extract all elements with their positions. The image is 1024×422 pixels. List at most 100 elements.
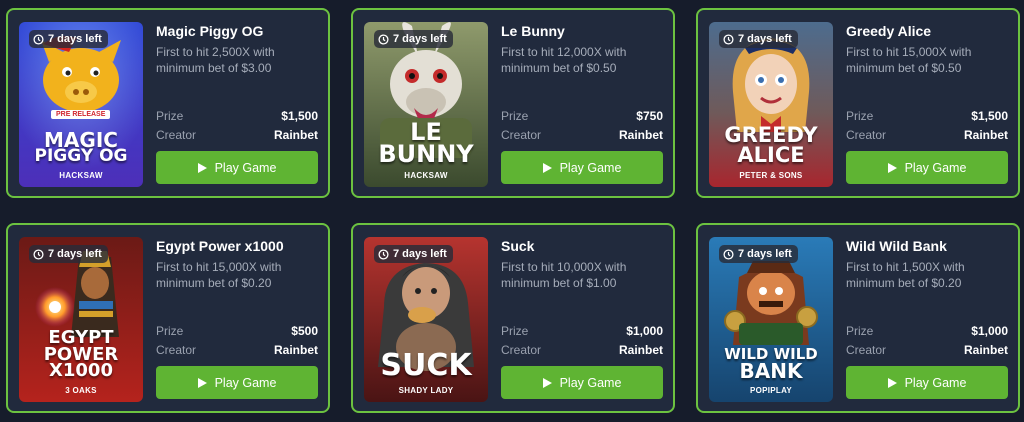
prize-label: Prize: [501, 109, 529, 123]
card-info: Magic Piggy OG First to hit 2,500X with …: [156, 22, 318, 76]
creator-value: Rainbet: [963, 343, 1008, 357]
prize-label: Prize: [846, 324, 874, 338]
time-left-text: 7 days left: [48, 248, 102, 260]
time-left-badge: 7 days left: [719, 30, 798, 48]
prize-label: Prize: [156, 109, 184, 123]
prize-row: Prize $500: [156, 324, 318, 339]
thumbnail-title: SUCK: [364, 351, 488, 381]
prize-value: $750: [636, 109, 663, 123]
thumbnail-title-line: BUNNY: [378, 139, 474, 168]
pre-release-tag: PRE RELEASE: [51, 110, 111, 119]
game-card-suck: 7 days left SUCK SHADY LADY Suck First t…: [351, 223, 675, 413]
card-info: Suck First to hit 10,000X with minimum b…: [501, 237, 663, 291]
play-game-label: Play Game: [214, 375, 277, 390]
time-left-badge: 7 days left: [374, 245, 453, 263]
game-title: Wild Wild Bank: [846, 238, 947, 254]
play-game-button[interactable]: Play Game: [501, 151, 663, 184]
time-left-badge: 7 days left: [29, 245, 108, 263]
prize-row: Prize $1,500: [846, 109, 1008, 124]
clock-icon: [378, 248, 389, 260]
clock-icon: [33, 33, 44, 45]
provider-name: POPIPLAY: [749, 386, 793, 395]
challenge-description: First to hit 15,000X with minimum bet of…: [846, 45, 972, 75]
game-title: Egypt Power x1000: [156, 238, 284, 254]
creator-value: Rainbet: [618, 128, 663, 142]
provider-name: SHADY LADY: [398, 386, 454, 395]
creator-label: Creator: [501, 343, 542, 357]
play-icon: [197, 162, 207, 173]
creator-row: Creator Rainbet: [846, 343, 1008, 358]
challenge-description: First to hit 1,500X with minimum bet of …: [846, 260, 965, 290]
prize-row: Prize $750: [501, 109, 663, 124]
thumbnail-title-line: X1000: [49, 360, 113, 382]
game-card-greedy-alice: 7 days left GREEDY ALICE PETER & SONS Gr…: [696, 8, 1020, 198]
prize-value: $1,000: [626, 324, 663, 338]
play-game-label: Play Game: [904, 160, 967, 175]
game-title: Magic Piggy OG: [156, 23, 264, 39]
thumbnail-title: EGYPT POWER X1000: [19, 329, 143, 382]
thumbnail-title: WILD WILD BANK: [709, 346, 833, 383]
play-game-button[interactable]: Play Game: [846, 366, 1008, 399]
card-info: Wild Wild Bank First to hit 1,500X with …: [846, 237, 1008, 291]
challenge-description: First to hit 12,000X with minimum bet of…: [501, 45, 627, 75]
play-icon: [887, 162, 897, 173]
game-card-magic-piggy-og: 7 days left PRE RELEASE MAGIC PIGGY OG H…: [6, 8, 330, 198]
game-card-egypt-power-x1000: 7 days left EGYPT POWER X1000 3 OAKS Egy…: [6, 223, 330, 413]
thumbnail-title-line: BANK: [739, 358, 803, 383]
prize-label: Prize: [501, 324, 529, 338]
creator-row: Creator Rainbet: [846, 128, 1008, 143]
game-card-le-bunny: 7 days left LE BUNNY HACKSAW Le Bunny Fi…: [351, 8, 675, 198]
card-info: Le Bunny First to hit 12,000X with minim…: [501, 22, 663, 76]
creator-label: Creator: [501, 128, 542, 142]
play-icon: [197, 377, 207, 388]
challenge-description: First to hit 15,000X with minimum bet of…: [156, 260, 282, 290]
prize-label: Prize: [846, 109, 874, 123]
time-left-badge: 7 days left: [374, 30, 453, 48]
clock-icon: [33, 248, 44, 260]
play-icon: [542, 162, 552, 173]
game-thumbnail[interactable]: 7 days left PRE RELEASE MAGIC PIGGY OG H…: [19, 22, 143, 187]
creator-row: Creator Rainbet: [156, 343, 318, 358]
creator-value: Rainbet: [963, 128, 1008, 142]
clock-icon: [723, 248, 734, 260]
card-info: Greedy Alice First to hit 15,000X with m…: [846, 22, 1008, 76]
game-thumbnail[interactable]: 7 days left SUCK SHADY LADY: [364, 237, 488, 402]
creator-label: Creator: [156, 128, 197, 142]
play-game-button[interactable]: Play Game: [501, 366, 663, 399]
prize-label: Prize: [156, 324, 184, 338]
play-game-button[interactable]: Play Game: [156, 151, 318, 184]
play-game-button[interactable]: Play Game: [156, 366, 318, 399]
prize-value: $1,500: [281, 109, 318, 123]
game-thumbnail[interactable]: 7 days left EGYPT POWER X1000 3 OAKS: [19, 237, 143, 402]
prize-row: Prize $1,000: [846, 324, 1008, 339]
prize-value: $500: [291, 324, 318, 338]
creator-row: Creator Rainbet: [156, 128, 318, 143]
creator-row: Creator Rainbet: [501, 128, 663, 143]
play-game-label: Play Game: [214, 160, 277, 175]
prize-row: Prize $1,000: [501, 324, 663, 339]
play-game-label: Play Game: [904, 375, 967, 390]
time-left-text: 7 days left: [738, 248, 792, 260]
provider-name: PETER & SONS: [739, 171, 803, 180]
creator-row: Creator Rainbet: [501, 343, 663, 358]
clock-icon: [723, 33, 734, 45]
challenge-grid: 7 days left PRE RELEASE MAGIC PIGGY OG H…: [6, 8, 1020, 413]
provider-name: HACKSAW: [59, 171, 103, 180]
thumbnail-title: MAGIC PIGGY OG: [19, 130, 143, 165]
time-left-text: 7 days left: [738, 33, 792, 45]
game-thumbnail[interactable]: 7 days left GREEDY ALICE PETER & SONS: [709, 22, 833, 187]
play-game-button[interactable]: Play Game: [846, 151, 1008, 184]
provider-name: 3 OAKS: [65, 386, 97, 395]
game-thumbnail[interactable]: 7 days left WILD WILD BANK POPIPLAY: [709, 237, 833, 402]
creator-value: Rainbet: [273, 343, 318, 357]
game-title: Greedy Alice: [846, 23, 932, 39]
creator-label: Creator: [156, 343, 197, 357]
game-title: Suck: [501, 238, 535, 254]
provider-name: HACKSAW: [404, 171, 448, 180]
play-game-label: Play Game: [559, 375, 622, 390]
card-info: Egypt Power x1000 First to hit 15,000X w…: [156, 237, 318, 291]
play-game-label: Play Game: [559, 160, 622, 175]
game-thumbnail[interactable]: 7 days left LE BUNNY HACKSAW: [364, 22, 488, 187]
challenge-description: First to hit 10,000X with minimum bet of…: [501, 260, 627, 290]
game-card-wild-wild-bank: 7 days left WILD WILD BANK POPIPLAY Wild…: [696, 223, 1020, 413]
